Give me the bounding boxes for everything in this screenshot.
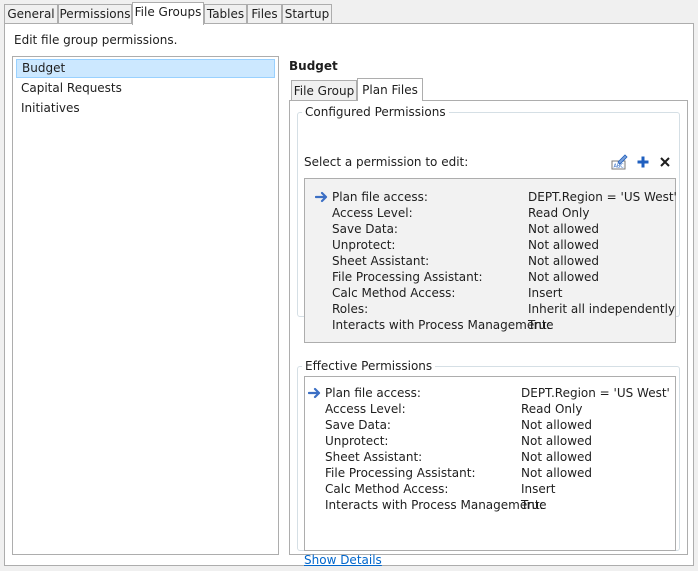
- permission-label: Save Data:: [325, 418, 391, 432]
- tab-tables[interactable]: Tables: [204, 4, 247, 23]
- group-title: Budget: [289, 59, 338, 73]
- permission-row: Interacts with Process Management: True: [332, 317, 672, 333]
- permission-label: Access Level:: [325, 402, 406, 416]
- permission-label: Plan file access:: [325, 386, 421, 400]
- plan-files-panel: Configured Permissions Select a permissi…: [289, 100, 688, 567]
- permission-row: Roles: Inherit all independently: [332, 301, 676, 317]
- list-item-initiatives[interactable]: Initiatives: [16, 99, 275, 118]
- permission-value: True: [521, 498, 547, 512]
- edit-text-icon[interactable]: ABC: [610, 153, 628, 171]
- permission-value: Not allowed: [528, 254, 600, 268]
- permission-value: Not allowed: [521, 418, 593, 432]
- permission-value: Not allowed: [528, 238, 600, 252]
- arrow-right-icon: [308, 387, 321, 399]
- permission-label: File Processing Assistant:: [325, 466, 476, 480]
- tab-startup[interactable]: Startup: [282, 4, 332, 23]
- permission-label: Calc Method Access:: [325, 482, 449, 496]
- permission-label: Interacts with Process Management:: [325, 498, 544, 512]
- arrow-right-icon: [315, 191, 328, 203]
- effective-permission-box: Plan file access: DEPT.Region = 'US West'…: [304, 376, 676, 551]
- permission-value: DEPT.Region = 'US West': [528, 190, 677, 204]
- permission-label: Plan file access:: [332, 190, 428, 204]
- show-details-link[interactable]: Show Details: [304, 553, 382, 567]
- permission-label: Roles:: [332, 302, 369, 316]
- configured-permissions-legend: Configured Permissions: [305, 105, 446, 119]
- permission-value: Read Only: [528, 206, 590, 220]
- permission-row: Save Data: Not allowed: [325, 417, 665, 433]
- permission-row: Calc Method Access: Insert: [332, 285, 672, 301]
- permission-row: File Processing Assistant: Not allowed: [325, 465, 665, 481]
- tab-plan-files[interactable]: Plan Files: [357, 78, 423, 101]
- tab-files[interactable]: Files: [247, 4, 282, 23]
- permission-value: Insert: [521, 482, 556, 496]
- effective-permissions-legend: Effective Permissions: [305, 359, 433, 373]
- permission-row: Unprotect: Not allowed: [332, 237, 672, 253]
- permission-value: Read Only: [521, 402, 583, 416]
- permission-row: Calc Method Access: Insert: [325, 481, 665, 497]
- permission-value: Not allowed: [521, 450, 593, 464]
- permission-value: Not allowed: [521, 466, 593, 480]
- file-groups-panel: Edit file group permissions. Budget Capi…: [4, 23, 694, 567]
- permission-value: Insert: [528, 286, 563, 300]
- permission-value: Not allowed: [528, 270, 600, 284]
- permission-value: Not allowed: [521, 434, 593, 448]
- tab-file-groups[interactable]: File Groups: [132, 2, 204, 25]
- list-item-capital-requests[interactable]: Capital Requests: [16, 79, 275, 98]
- permission-row: Save Data: Not allowed: [332, 221, 672, 237]
- permission-value: DEPT.Region = 'US West': [521, 386, 670, 400]
- permission-label: Unprotect:: [332, 238, 396, 252]
- select-permission-prompt: Select a permission to edit:: [304, 155, 469, 169]
- permission-label: Calc Method Access:: [332, 286, 456, 300]
- permission-label: Unprotect:: [325, 434, 389, 448]
- tab-file-group[interactable]: File Group: [291, 80, 357, 100]
- permission-label: Sheet Assistant:: [332, 254, 430, 268]
- file-group-list[interactable]: Budget Capital Requests Initiatives: [12, 56, 279, 555]
- permission-label: Sheet Assistant:: [325, 450, 423, 464]
- permission-label: Interacts with Process Management:: [332, 318, 551, 332]
- svg-text:ABC: ABC: [614, 164, 625, 170]
- plus-icon[interactable]: [634, 153, 652, 171]
- tab-permissions[interactable]: Permissions: [58, 4, 132, 23]
- permission-row: Unprotect: Not allowed: [325, 433, 665, 449]
- permission-row: Access Level: Read Only: [325, 401, 665, 417]
- list-item-budget[interactable]: Budget: [16, 59, 275, 78]
- permission-label: Access Level:: [332, 206, 413, 220]
- configured-permission-box[interactable]: Plan file access: DEPT.Region = 'US West'…: [304, 178, 677, 343]
- permission-label: Save Data:: [332, 222, 398, 236]
- permission-value: Inherit all independently: [528, 302, 676, 316]
- page-description: Edit file group permissions.: [14, 33, 178, 47]
- permission-label: File Processing Assistant:: [332, 270, 483, 284]
- permission-row: Sheet Assistant: Not allowed: [325, 449, 665, 465]
- permission-value: True: [528, 318, 554, 332]
- permission-row: Access Level: Read Only: [332, 205, 672, 221]
- close-icon[interactable]: [656, 153, 674, 171]
- permission-row: Sheet Assistant: Not allowed: [332, 253, 672, 269]
- tab-general[interactable]: General: [4, 4, 58, 23]
- permission-row: Plan file access: DEPT.Region = 'US West': [308, 385, 670, 401]
- permission-row: Interacts with Process Management: True: [325, 497, 665, 513]
- permission-value: Not allowed: [528, 222, 600, 236]
- permission-row: Plan file access: DEPT.Region = 'US West': [315, 189, 677, 205]
- permission-row: File Processing Assistant: Not allowed: [332, 269, 672, 285]
